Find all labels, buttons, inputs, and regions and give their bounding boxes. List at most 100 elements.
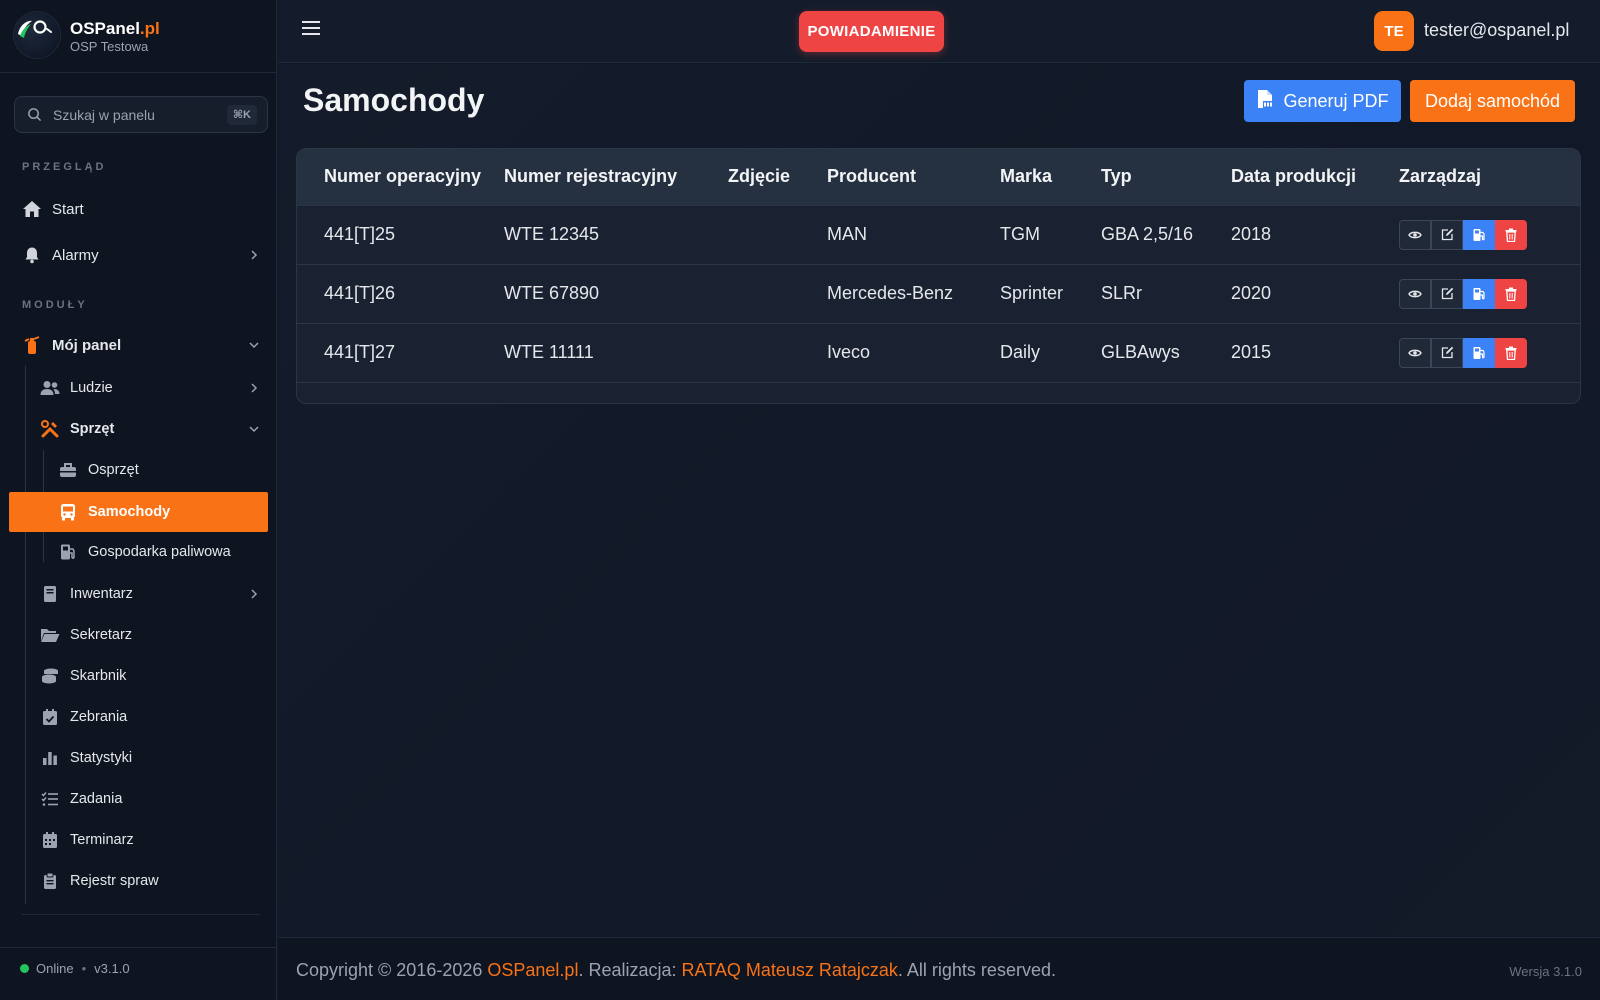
edit-button[interactable] <box>1431 219 1463 250</box>
tools-icon <box>40 419 60 439</box>
footer-author-link[interactable]: RATAQ Mateusz Ratajczak <box>682 960 898 980</box>
cell-producer: Iveco <box>827 342 871 362</box>
sidebar-search[interactable]: ⌘K <box>14 96 268 133</box>
gas-pump-icon <box>58 542 78 562</box>
fuel-button[interactable] <box>1463 219 1495 250</box>
edit-icon <box>1441 228 1453 241</box>
cell-brand: TGM <box>1000 224 1040 244</box>
search-input[interactable] <box>53 105 213 125</box>
trash-icon <box>1505 287 1517 301</box>
sidebar-item-label: Samochody <box>88 504 171 520</box>
cell-year: 2020 <box>1231 283 1272 303</box>
generate-pdf-button[interactable]: Generuj PDF <box>1244 80 1401 122</box>
edit-button[interactable] <box>1431 278 1463 309</box>
table-row: 441[T]26 WTE 67890 Mercedes-Benz Sprinte… <box>297 264 1580 323</box>
sidebar-item-register[interactable]: Rejestr spraw <box>40 870 260 892</box>
search-icon <box>28 108 41 121</box>
sidebar: OSPanel.pl OSP Testowa ⌘K PRZEGLĄD Start… <box>0 0 277 1000</box>
sidebar-item-equipment[interactable]: Sprzęt <box>40 418 260 440</box>
online-dot <box>20 964 29 973</box>
cell-registration: WTE 67890 <box>504 283 600 303</box>
sidebar-item-people[interactable]: Ludzie <box>40 377 260 399</box>
cell-photo <box>728 264 827 323</box>
eye-icon <box>1408 231 1422 238</box>
fire-extinguisher-icon <box>22 335 42 355</box>
delete-button[interactable] <box>1495 337 1527 368</box>
sidebar-item-label: Sprzęt <box>70 421 115 437</box>
cell-actions <box>1399 205 1580 264</box>
sidebar-item-inventory[interactable]: Inwentarz <box>40 583 260 605</box>
edit-button[interactable] <box>1431 337 1463 368</box>
fuel-button[interactable] <box>1463 278 1495 309</box>
row-actions <box>1399 278 1580 309</box>
cars-table-card: Numer operacyjny Numer rejestracyjny Zdj… <box>296 148 1581 404</box>
fuel-button[interactable] <box>1463 337 1495 368</box>
add-car-button[interactable]: Dodaj samochód <box>1410 80 1575 122</box>
menu-toggle-icon[interactable] <box>302 20 320 41</box>
cell-year: 2018 <box>1231 224 1272 244</box>
sidebar-item-fuel[interactable]: Gospodarka paliwowa <box>58 541 258 563</box>
sidebar-item-meetings[interactable]: Zebrania <box>40 706 260 728</box>
book-icon <box>40 584 60 604</box>
footer-version: Wersja 3.1.0 <box>1509 964 1582 979</box>
column-header[interactable]: Typ <box>1101 149 1231 205</box>
sidebar-item-label: Start <box>52 200 84 218</box>
row-actions <box>1399 337 1580 368</box>
sidebar-item-secretary[interactable]: Sekretarz <box>40 624 260 646</box>
delete-button[interactable] <box>1495 278 1527 309</box>
calendar-icon <box>40 830 60 850</box>
column-header[interactable]: Numer rejestracyjny <box>504 149 728 205</box>
user-email[interactable]: tester@ospanel.pl <box>1424 20 1569 41</box>
brand-logo[interactable] <box>14 12 60 58</box>
column-header: Zarządzaj <box>1399 166 1482 187</box>
cell-producer: MAN <box>827 224 867 244</box>
sidebar-item-start[interactable]: Start <box>22 198 260 220</box>
sidebar-item-gear[interactable]: Osprzęt <box>58 459 258 481</box>
home-icon <box>22 199 42 219</box>
sidebar-item-tasks[interactable]: Zadania <box>40 788 260 810</box>
column-header[interactable]: Data produkcji <box>1231 149 1399 205</box>
sidebar-item-label: Mój panel <box>52 336 122 354</box>
sidebar-item-treasurer[interactable]: Skarbnik <box>40 665 260 687</box>
column-header[interactable]: Zdjęcie <box>728 149 827 205</box>
sidebar-item-label: Zebrania <box>70 709 128 725</box>
eye-icon <box>1408 349 1422 356</box>
copyright-prefix: Copyright © 2016-2026 <box>296 960 488 980</box>
sidebar-item-label: Gospodarka paliwowa <box>88 544 231 560</box>
view-button[interactable] <box>1399 278 1431 309</box>
cell-registration: WTE 11111 <box>504 342 594 362</box>
sidebar-item-cars[interactable]: Samochody <box>9 492 268 532</box>
connection-status: Online • v3.1.0 <box>20 961 130 976</box>
divider <box>0 947 277 948</box>
table-row: 441[T]25 WTE 12345 MAN TGM GBA 2,5/16 20… <box>297 205 1580 264</box>
sidebar-item-label: Skarbnik <box>70 668 127 684</box>
sidebar-item-stats[interactable]: Statystyki <box>40 747 260 769</box>
sidebar-item-schedule[interactable]: Terminarz <box>40 829 260 851</box>
generate-pdf-label: Generuj PDF <box>1283 90 1389 111</box>
status-separator: • <box>81 961 87 976</box>
view-button[interactable] <box>1399 219 1431 250</box>
column-header[interactable]: Numer operacyjny <box>297 149 504 205</box>
cell-photo <box>728 205 827 264</box>
view-button[interactable] <box>1399 337 1431 368</box>
avatar[interactable]: TE <box>1374 11 1414 51</box>
brand-name: OSPanel.pl <box>70 19 160 38</box>
footer-brand-link[interactable]: OSPanel.pl <box>487 960 578 980</box>
cars-table: Numer operacyjny Numer rejestracyjny Zdj… <box>297 149 1580 383</box>
cell-brand: Sprinter <box>1000 283 1064 303</box>
cell-brand: Daily <box>1000 342 1041 362</box>
sidebar-item-my-panel[interactable]: Mój panel <box>22 334 260 356</box>
column-header[interactable]: Marka <box>1000 149 1101 205</box>
main-content: Samochody Generuj PDF Dodaj samochód Num… <box>278 64 1600 936</box>
column-header[interactable]: Producent <box>827 149 1000 205</box>
file-pdf-icon <box>1256 89 1275 114</box>
cell-operational-number: 441[T]27 <box>324 342 396 362</box>
delete-button[interactable] <box>1495 219 1527 250</box>
notification-button[interactable]: POWIADAMIENIE <box>799 11 944 52</box>
cell-actions <box>1399 264 1580 323</box>
sidebar-item-label: Rejestr spraw <box>70 873 159 889</box>
sidebar-item-label: Osprzęt <box>88 462 139 478</box>
trash-icon <box>1505 346 1517 360</box>
sidebar-item-alarms[interactable]: Alarmy <box>22 244 260 266</box>
table-row: 441[T]27 WTE 11111 Iveco Daily GLBAwys 2… <box>297 323 1580 382</box>
